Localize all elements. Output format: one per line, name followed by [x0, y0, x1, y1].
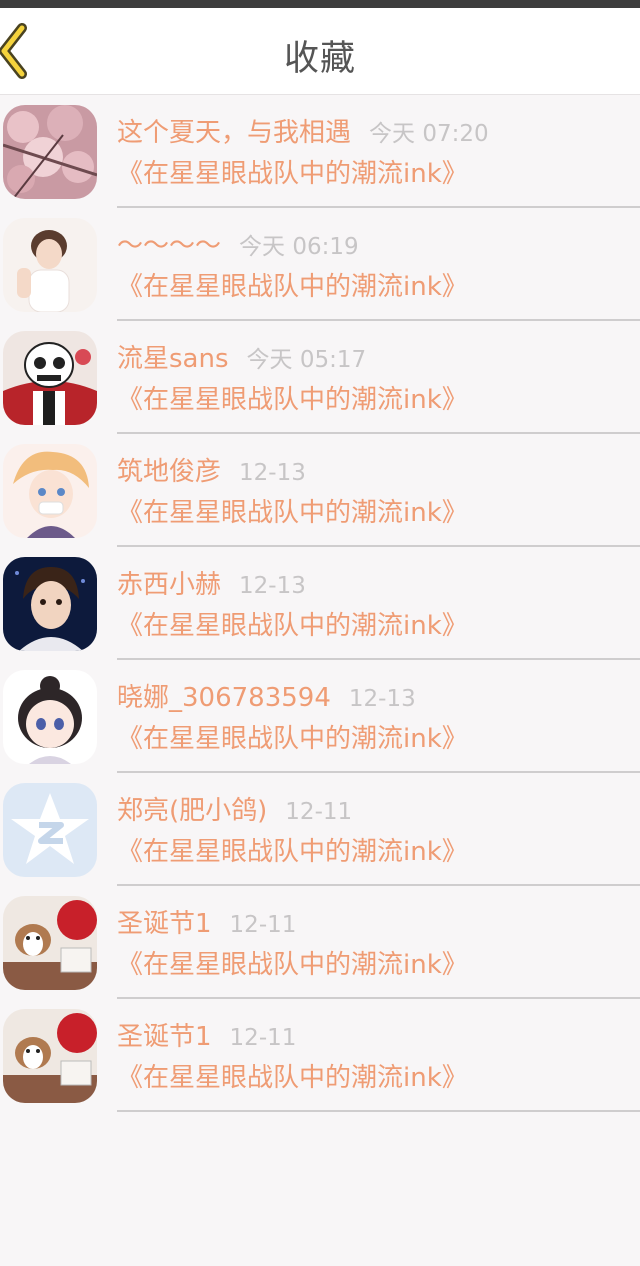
- item-name: 筑地俊彦: [117, 457, 222, 487]
- item-time: 12-11: [229, 912, 297, 938]
- item-time: 12-13: [348, 686, 416, 712]
- status-bar: [0, 0, 640, 8]
- girl-avatar[interactable]: [3, 218, 97, 312]
- item-time: 今天 07:20: [369, 121, 489, 147]
- item-name: 圣诞节1: [117, 1022, 212, 1052]
- item-time: 12-13: [239, 573, 306, 599]
- item-name: 晓娜_306783594: [117, 683, 331, 713]
- item-time: 今天 05:17: [246, 347, 367, 373]
- item-time: 12-11: [229, 1025, 297, 1051]
- list-item[interactable]: ～～～～ 今天 06:19 《在星星眼战队中的潮流ink》: [0, 208, 640, 321]
- item-subtitle: 《在星星眼战队中的潮流ink》: [117, 950, 468, 980]
- item-subtitle: 《在星星眼战队中的潮流ink》: [117, 498, 468, 528]
- list-item[interactable]: 赤西小赫 12-13 《在星星眼战队中的潮流ink》: [0, 547, 640, 660]
- list-item[interactable]: 晓娜_306783594 12-13 《在星星眼战队中的潮流ink》: [0, 660, 640, 773]
- item-time: 今天 06:19: [239, 234, 359, 260]
- item-subtitle: 《在星星眼战队中的潮流ink》: [117, 272, 468, 302]
- list-item[interactable]: 筑地俊彦 12-13 《在星星眼战队中的潮流ink》: [0, 434, 640, 547]
- nav-header: 收藏: [0, 8, 640, 95]
- page-title: 收藏: [283, 39, 356, 79]
- item-subtitle: 《在星星眼战队中的潮流ink》: [117, 1063, 468, 1093]
- item-name: 圣诞节1: [117, 909, 212, 939]
- item-name: 赤西小赫: [117, 570, 222, 600]
- cherry-blossom-avatar[interactable]: [3, 105, 97, 199]
- list-item[interactable]: 圣诞节1 12-11 《在星星眼战队中的潮流ink》: [0, 999, 640, 1112]
- item-name: 流星sans: [117, 344, 229, 374]
- anime-boy-avatar[interactable]: [3, 444, 97, 538]
- portrait-avatar[interactable]: [3, 557, 97, 651]
- list-item[interactable]: 这个夏天，与我相遇 今天 07:20 《在星星眼战队中的潮流ink》: [0, 95, 640, 208]
- list-item[interactable]: 流星sans 今天 05:17 《在星星眼战队中的潮流ink》: [0, 321, 640, 434]
- item-subtitle: 《在星星眼战队中的潮流ink》: [117, 724, 468, 754]
- item-subtitle: 《在星星眼战队中的潮流ink》: [117, 837, 468, 867]
- dog-avatar[interactable]: [3, 896, 97, 990]
- item-subtitle: 《在星星眼战队中的潮流ink》: [117, 611, 468, 641]
- item-time: 12-13: [239, 460, 306, 486]
- favorites-list: 这个夏天，与我相遇 今天 07:20 《在星星眼战队中的潮流ink》 ～～～～ 今天…: [0, 95, 640, 1112]
- item-name: ～～～～: [117, 231, 222, 261]
- item-name: 郑亮(肥小鸽): [117, 796, 268, 826]
- list-item[interactable]: 圣诞节1 12-11 《在星星眼战队中的潮流ink》: [0, 886, 640, 999]
- qzone-star-avatar[interactable]: [3, 783, 97, 877]
- item-name: 这个夏天，与我相遇: [117, 118, 352, 148]
- item-time: 12-11: [285, 799, 353, 825]
- list-item[interactable]: 郑亮(肥小鸽) 12-11 《在星星眼战队中的潮流ink》: [0, 773, 640, 886]
- dog-avatar[interactable]: [3, 1009, 97, 1103]
- skeleton-avatar[interactable]: [3, 331, 97, 425]
- chibi-girl-avatar[interactable]: [3, 670, 97, 764]
- item-subtitle: 《在星星眼战队中的潮流ink》: [117, 159, 468, 189]
- item-subtitle: 《在星星眼战队中的潮流ink》: [117, 385, 468, 415]
- divider: [117, 1110, 640, 1112]
